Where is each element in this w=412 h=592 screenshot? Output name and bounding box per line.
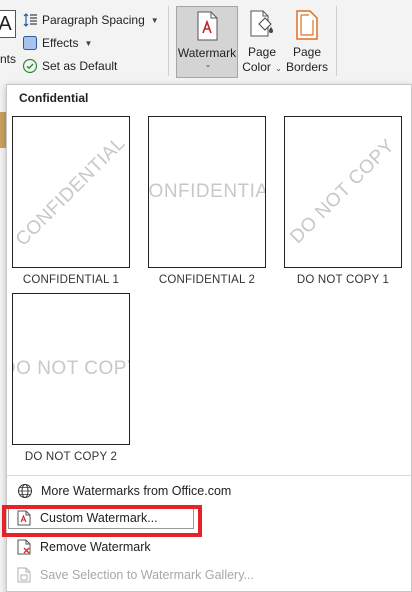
thumb-caption: CONFIDENTIAL 1 [22,274,120,286]
fonts-icon: A [0,10,16,38]
watermark-thumb-do-not-copy-1[interactable]: DO NOT COPY DO NOT COPY 1 [283,116,403,286]
custom-watermark-highlight [2,505,202,537]
watermark-label: Watermark [177,46,237,60]
thumb-page: DO NOT COPY [284,116,402,268]
fonts-label: nts [0,52,17,66]
ribbon-separator [168,6,169,76]
check-circle-icon [22,58,38,74]
page-color-label-line2: Color ⌄ [242,60,282,74]
more-watermarks-label: More Watermarks from Office.com [41,484,232,498]
page-borders-button[interactable]: Page Borders [286,6,328,78]
gallery-section-title: Confidential [19,91,89,105]
watermark-thumb-confidential-1[interactable]: CONFIDENTIAL CONFIDENTIAL 1 [11,116,131,286]
thumb-page: DO NOT COPY [12,293,130,445]
fonts-button[interactable]: A nts [0,6,16,74]
thumb-watermark-text: DO NOT COPY [13,358,129,379]
more-watermarks-item[interactable]: More Watermarks from Office.com [17,480,397,502]
set-as-default-label: Set as Default [42,59,118,73]
page-borders-label-line1: Page [292,45,322,59]
page-borders-label-line2: Borders [286,60,329,74]
menu-divider [7,475,411,476]
page-borders-icon [286,10,328,43]
watermark-button[interactable]: Watermark ⌄ [176,6,238,78]
watermark-thumb-confidential-2[interactable]: CONFIDENTIAL CONFIDENTIAL 2 [147,116,267,286]
chevron-down-icon: ⌄ [272,64,282,73]
set-as-default-button[interactable]: Set as Default [22,56,117,76]
thumb-watermark-text: CONFIDENTIAL [148,181,265,202]
thumb-watermark-text: DO NOT COPY [286,135,399,248]
page-color-label-line1: Page [247,45,277,59]
effects-label: Effects [42,36,79,50]
remove-watermark-icon [16,539,32,555]
ribbon-separator [336,6,337,76]
thumb-caption: DO NOT COPY 2 [24,451,118,463]
paragraph-spacing-button[interactable]: Paragraph Spacing ▼ [22,10,159,30]
ribbon: A nts Paragraph Spacing ▼ Effects ▼ Set … [0,0,412,84]
save-selection-icon [16,567,32,583]
paragraph-spacing-label: Paragraph Spacing [42,13,145,27]
chevron-down-icon: ▼ [150,15,159,25]
page-color-icon [240,10,284,43]
remove-watermark-label: Remove Watermark [40,540,151,554]
paragraph-spacing-icon [22,12,38,28]
chevron-down-icon: ▼ [84,38,93,48]
save-selection-item[interactable]: Save Selection to Watermark Gallery... [16,564,396,586]
thumb-page: CONFIDENTIAL [148,116,266,268]
thumb-page: CONFIDENTIAL [12,116,130,268]
thumb-caption: CONFIDENTIAL 2 [158,274,256,286]
effects-icon [22,35,38,51]
watermark-icon [177,11,237,44]
globe-icon [17,483,33,499]
thumb-watermark-text: CONFIDENTIAL [12,132,130,251]
effects-button[interactable]: Effects ▼ [22,33,92,53]
thumb-caption: DO NOT COPY 1 [296,274,390,286]
remove-watermark-item[interactable]: Remove Watermark [16,536,396,558]
chevron-down-icon: ⌄ [204,60,212,69]
watermark-thumb-do-not-copy-2[interactable]: DO NOT COPY DO NOT COPY 2 [11,293,131,463]
save-selection-label: Save Selection to Watermark Gallery... [40,568,254,582]
page-color-button[interactable]: Page Color ⌄ [240,6,284,78]
